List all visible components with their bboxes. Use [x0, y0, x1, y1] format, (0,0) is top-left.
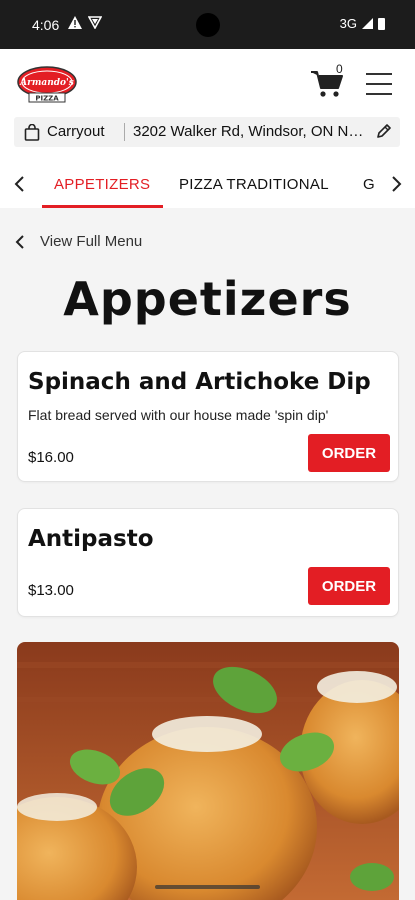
pencil-icon[interactable]	[376, 123, 392, 139]
view-full-menu-label: View Full Menu	[40, 233, 143, 250]
order-mode[interactable]: Carryout	[47, 123, 105, 140]
hamburger-menu-icon[interactable]	[366, 73, 392, 95]
app-header: Armando's PIZZA 0 Carryout 3202 Walker R…	[0, 49, 415, 208]
tab-appetizers[interactable]: APPETIZERS	[54, 176, 150, 193]
view-full-menu-link[interactable]: View Full Menu	[14, 233, 142, 250]
tab-next-category[interactable]: G	[363, 176, 375, 193]
camera-cutout	[196, 13, 220, 37]
cart-count: 0	[336, 62, 343, 76]
food-photo	[17, 642, 399, 900]
active-tab-indicator	[42, 205, 163, 208]
armandos-logo[interactable]: Armando's PIZZA	[17, 65, 77, 103]
menu-item-price: $16.00	[28, 449, 74, 466]
status-time: 4:06	[32, 17, 60, 33]
menu-item-card[interactable]: Antipasto $13.00 ORDER	[17, 508, 399, 617]
arancini-image	[17, 642, 399, 900]
logo-text-top: Armando's	[19, 78, 74, 88]
logo-text-bottom: PIZZA	[35, 95, 59, 103]
network-type: 3G	[339, 16, 357, 31]
menu-item-description: Flat bread served with our house made 's…	[28, 407, 329, 423]
page-title: Appetizers	[63, 272, 352, 326]
status-bar: 4:06 3G	[0, 0, 415, 49]
location-bar[interactable]: Carryout 3202 Walker Rd, Windsor, ON N8W…	[14, 117, 400, 147]
shopping-bag-icon	[24, 124, 40, 141]
menu-item-name: Spinach and Artichoke Dip	[28, 369, 371, 395]
chevron-left-icon[interactable]	[10, 174, 30, 194]
tab-pizza-traditional[interactable]: PIZZA TRADITIONAL	[179, 176, 329, 193]
menu-item-card[interactable]: Spinach and Artichoke Dip Flat bread ser…	[17, 351, 399, 482]
menu-item-name: Antipasto	[28, 526, 154, 552]
home-indicator[interactable]	[155, 885, 260, 889]
warning-icon	[68, 16, 82, 29]
menu-item-price: $13.00	[28, 582, 74, 599]
battery-icon	[378, 17, 385, 30]
store-address[interactable]: 3202 Walker Rd, Windsor, ON N8W 3R9	[133, 123, 365, 140]
status-notifications	[68, 16, 102, 29]
location-divider	[124, 123, 125, 141]
signal-icon	[362, 18, 373, 29]
chevron-right-icon[interactable]	[386, 174, 406, 194]
vpn-icon	[88, 16, 102, 29]
order-button[interactable]: ORDER	[308, 567, 390, 605]
chevron-left-icon	[15, 234, 24, 249]
order-button[interactable]: ORDER	[308, 434, 390, 472]
status-right: 3G	[340, 16, 385, 31]
category-tabs: APPETIZERS PIZZA TRADITIONAL G	[0, 162, 415, 208]
